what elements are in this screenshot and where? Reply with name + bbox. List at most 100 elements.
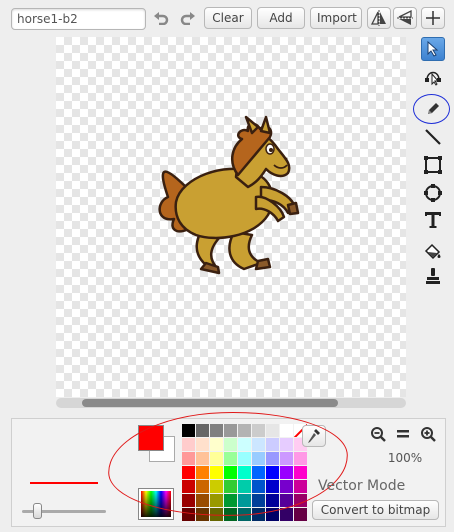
palette-swatch[interactable] bbox=[196, 438, 209, 451]
palette-swatch[interactable] bbox=[294, 466, 307, 479]
palette-swatch[interactable] bbox=[252, 466, 265, 479]
palette-swatch[interactable] bbox=[266, 452, 279, 465]
tool-line[interactable] bbox=[421, 125, 445, 149]
palette-swatch[interactable] bbox=[238, 424, 251, 437]
tool-stamp[interactable] bbox=[421, 264, 445, 288]
horizontal-scrollbar-thumb[interactable] bbox=[82, 399, 338, 407]
palette-swatch[interactable] bbox=[182, 452, 195, 465]
flip-vertical-icon bbox=[397, 9, 413, 25]
palette-swatch[interactable] bbox=[252, 424, 265, 437]
palette-swatch[interactable] bbox=[210, 452, 223, 465]
color-spectrum[interactable] bbox=[141, 491, 171, 517]
palette-swatch[interactable] bbox=[252, 438, 265, 451]
arrow-pointer-icon bbox=[427, 41, 439, 57]
color-picker[interactable] bbox=[138, 488, 174, 520]
palette-swatch[interactable] bbox=[238, 494, 251, 507]
palette-swatch[interactable] bbox=[294, 452, 307, 465]
redo-button[interactable] bbox=[177, 7, 199, 29]
palette-swatch[interactable] bbox=[238, 508, 251, 521]
horse-sprite bbox=[158, 115, 300, 275]
palette-swatch[interactable] bbox=[182, 424, 195, 437]
palette-swatch[interactable] bbox=[224, 466, 237, 479]
palette-swatch[interactable] bbox=[280, 438, 293, 451]
palette-swatch[interactable] bbox=[252, 494, 265, 507]
palette-swatch[interactable] bbox=[224, 452, 237, 465]
palette-swatch[interactable] bbox=[280, 466, 293, 479]
set-center-button[interactable] bbox=[421, 7, 445, 29]
tool-text[interactable] bbox=[421, 208, 445, 232]
palette-swatch[interactable] bbox=[196, 494, 209, 507]
zoom-in-icon bbox=[421, 427, 436, 442]
palette-swatch[interactable] bbox=[238, 466, 251, 479]
palette-swatch[interactable] bbox=[280, 424, 293, 437]
zoom-in-button[interactable] bbox=[418, 425, 438, 443]
palette-swatch[interactable] bbox=[280, 494, 293, 507]
palette-swatch[interactable] bbox=[252, 480, 265, 493]
palette-swatch[interactable] bbox=[210, 438, 223, 451]
palette-swatch[interactable] bbox=[196, 424, 209, 437]
palette-swatch[interactable] bbox=[182, 480, 195, 493]
palette-swatch[interactable] bbox=[182, 466, 195, 479]
palette-swatch[interactable] bbox=[224, 424, 237, 437]
tool-select[interactable] bbox=[421, 37, 445, 61]
undo-button[interactable] bbox=[150, 7, 172, 29]
palette-swatch[interactable] bbox=[182, 494, 195, 507]
palette-swatch[interactable] bbox=[210, 424, 223, 437]
palette-swatch[interactable] bbox=[266, 424, 279, 437]
palette-swatch[interactable] bbox=[280, 452, 293, 465]
palette-swatch[interactable] bbox=[266, 438, 279, 451]
import-button[interactable]: Import bbox=[310, 7, 362, 29]
tool-pencil[interactable] bbox=[421, 97, 445, 121]
palette-swatch[interactable] bbox=[210, 466, 223, 479]
clear-button[interactable]: Clear bbox=[204, 7, 252, 29]
eyedropper-button[interactable] bbox=[302, 425, 326, 447]
tool-ellipse[interactable] bbox=[421, 181, 445, 205]
zoom-out-button[interactable] bbox=[368, 425, 388, 443]
add-button[interactable]: Add bbox=[257, 7, 305, 29]
palette-swatch[interactable] bbox=[196, 508, 209, 521]
flip-vertical-button[interactable] bbox=[393, 7, 417, 29]
flip-horizontal-icon bbox=[370, 10, 386, 26]
palette-swatch[interactable] bbox=[224, 438, 237, 451]
zoom-reset-button[interactable] bbox=[393, 425, 413, 443]
palette-swatch[interactable] bbox=[210, 480, 223, 493]
palette-swatch[interactable] bbox=[224, 508, 237, 521]
text-icon bbox=[425, 212, 441, 228]
palette-swatch[interactable] bbox=[252, 508, 265, 521]
brush-size-slider-thumb[interactable] bbox=[33, 503, 43, 519]
palette-swatch[interactable] bbox=[224, 480, 237, 493]
palette-swatch[interactable] bbox=[266, 494, 279, 507]
palette-swatch[interactable] bbox=[266, 480, 279, 493]
palette-swatch[interactable] bbox=[224, 494, 237, 507]
ellipse-icon bbox=[424, 184, 442, 202]
vector-mode-label: Vector Mode bbox=[318, 478, 406, 494]
redo-icon bbox=[180, 12, 195, 25]
palette-swatch[interactable] bbox=[266, 466, 279, 479]
palette-swatch[interactable] bbox=[266, 508, 279, 521]
costume-name-input[interactable] bbox=[11, 8, 146, 30]
tool-reshape[interactable] bbox=[421, 64, 445, 88]
palette-swatch[interactable] bbox=[196, 466, 209, 479]
palette-swatch[interactable] bbox=[294, 508, 307, 521]
palette-swatch[interactable] bbox=[238, 480, 251, 493]
foreground-color-swatch[interactable] bbox=[138, 425, 164, 451]
palette-swatch[interactable] bbox=[210, 508, 223, 521]
palette-swatch[interactable] bbox=[182, 508, 195, 521]
flip-horizontal-button[interactable] bbox=[367, 7, 391, 29]
palette-swatch[interactable] bbox=[252, 452, 265, 465]
palette-swatch[interactable] bbox=[294, 480, 307, 493]
convert-to-bitmap-button[interactable]: Convert to bitmap bbox=[312, 500, 439, 520]
palette-swatch[interactable] bbox=[182, 438, 195, 451]
palette-swatch[interactable] bbox=[210, 494, 223, 507]
palette-swatch[interactable] bbox=[238, 452, 251, 465]
palette-swatch[interactable] bbox=[238, 438, 251, 451]
palette-swatch[interactable] bbox=[196, 452, 209, 465]
tool-rectangle[interactable] bbox=[421, 153, 445, 177]
palette-swatch[interactable] bbox=[294, 494, 307, 507]
palette-swatch[interactable] bbox=[280, 480, 293, 493]
palette-swatch[interactable] bbox=[280, 508, 293, 521]
tool-fill[interactable] bbox=[421, 240, 445, 264]
palette-swatch[interactable] bbox=[196, 480, 209, 493]
stamp-icon bbox=[426, 268, 440, 284]
paint-canvas[interactable] bbox=[56, 37, 406, 397]
